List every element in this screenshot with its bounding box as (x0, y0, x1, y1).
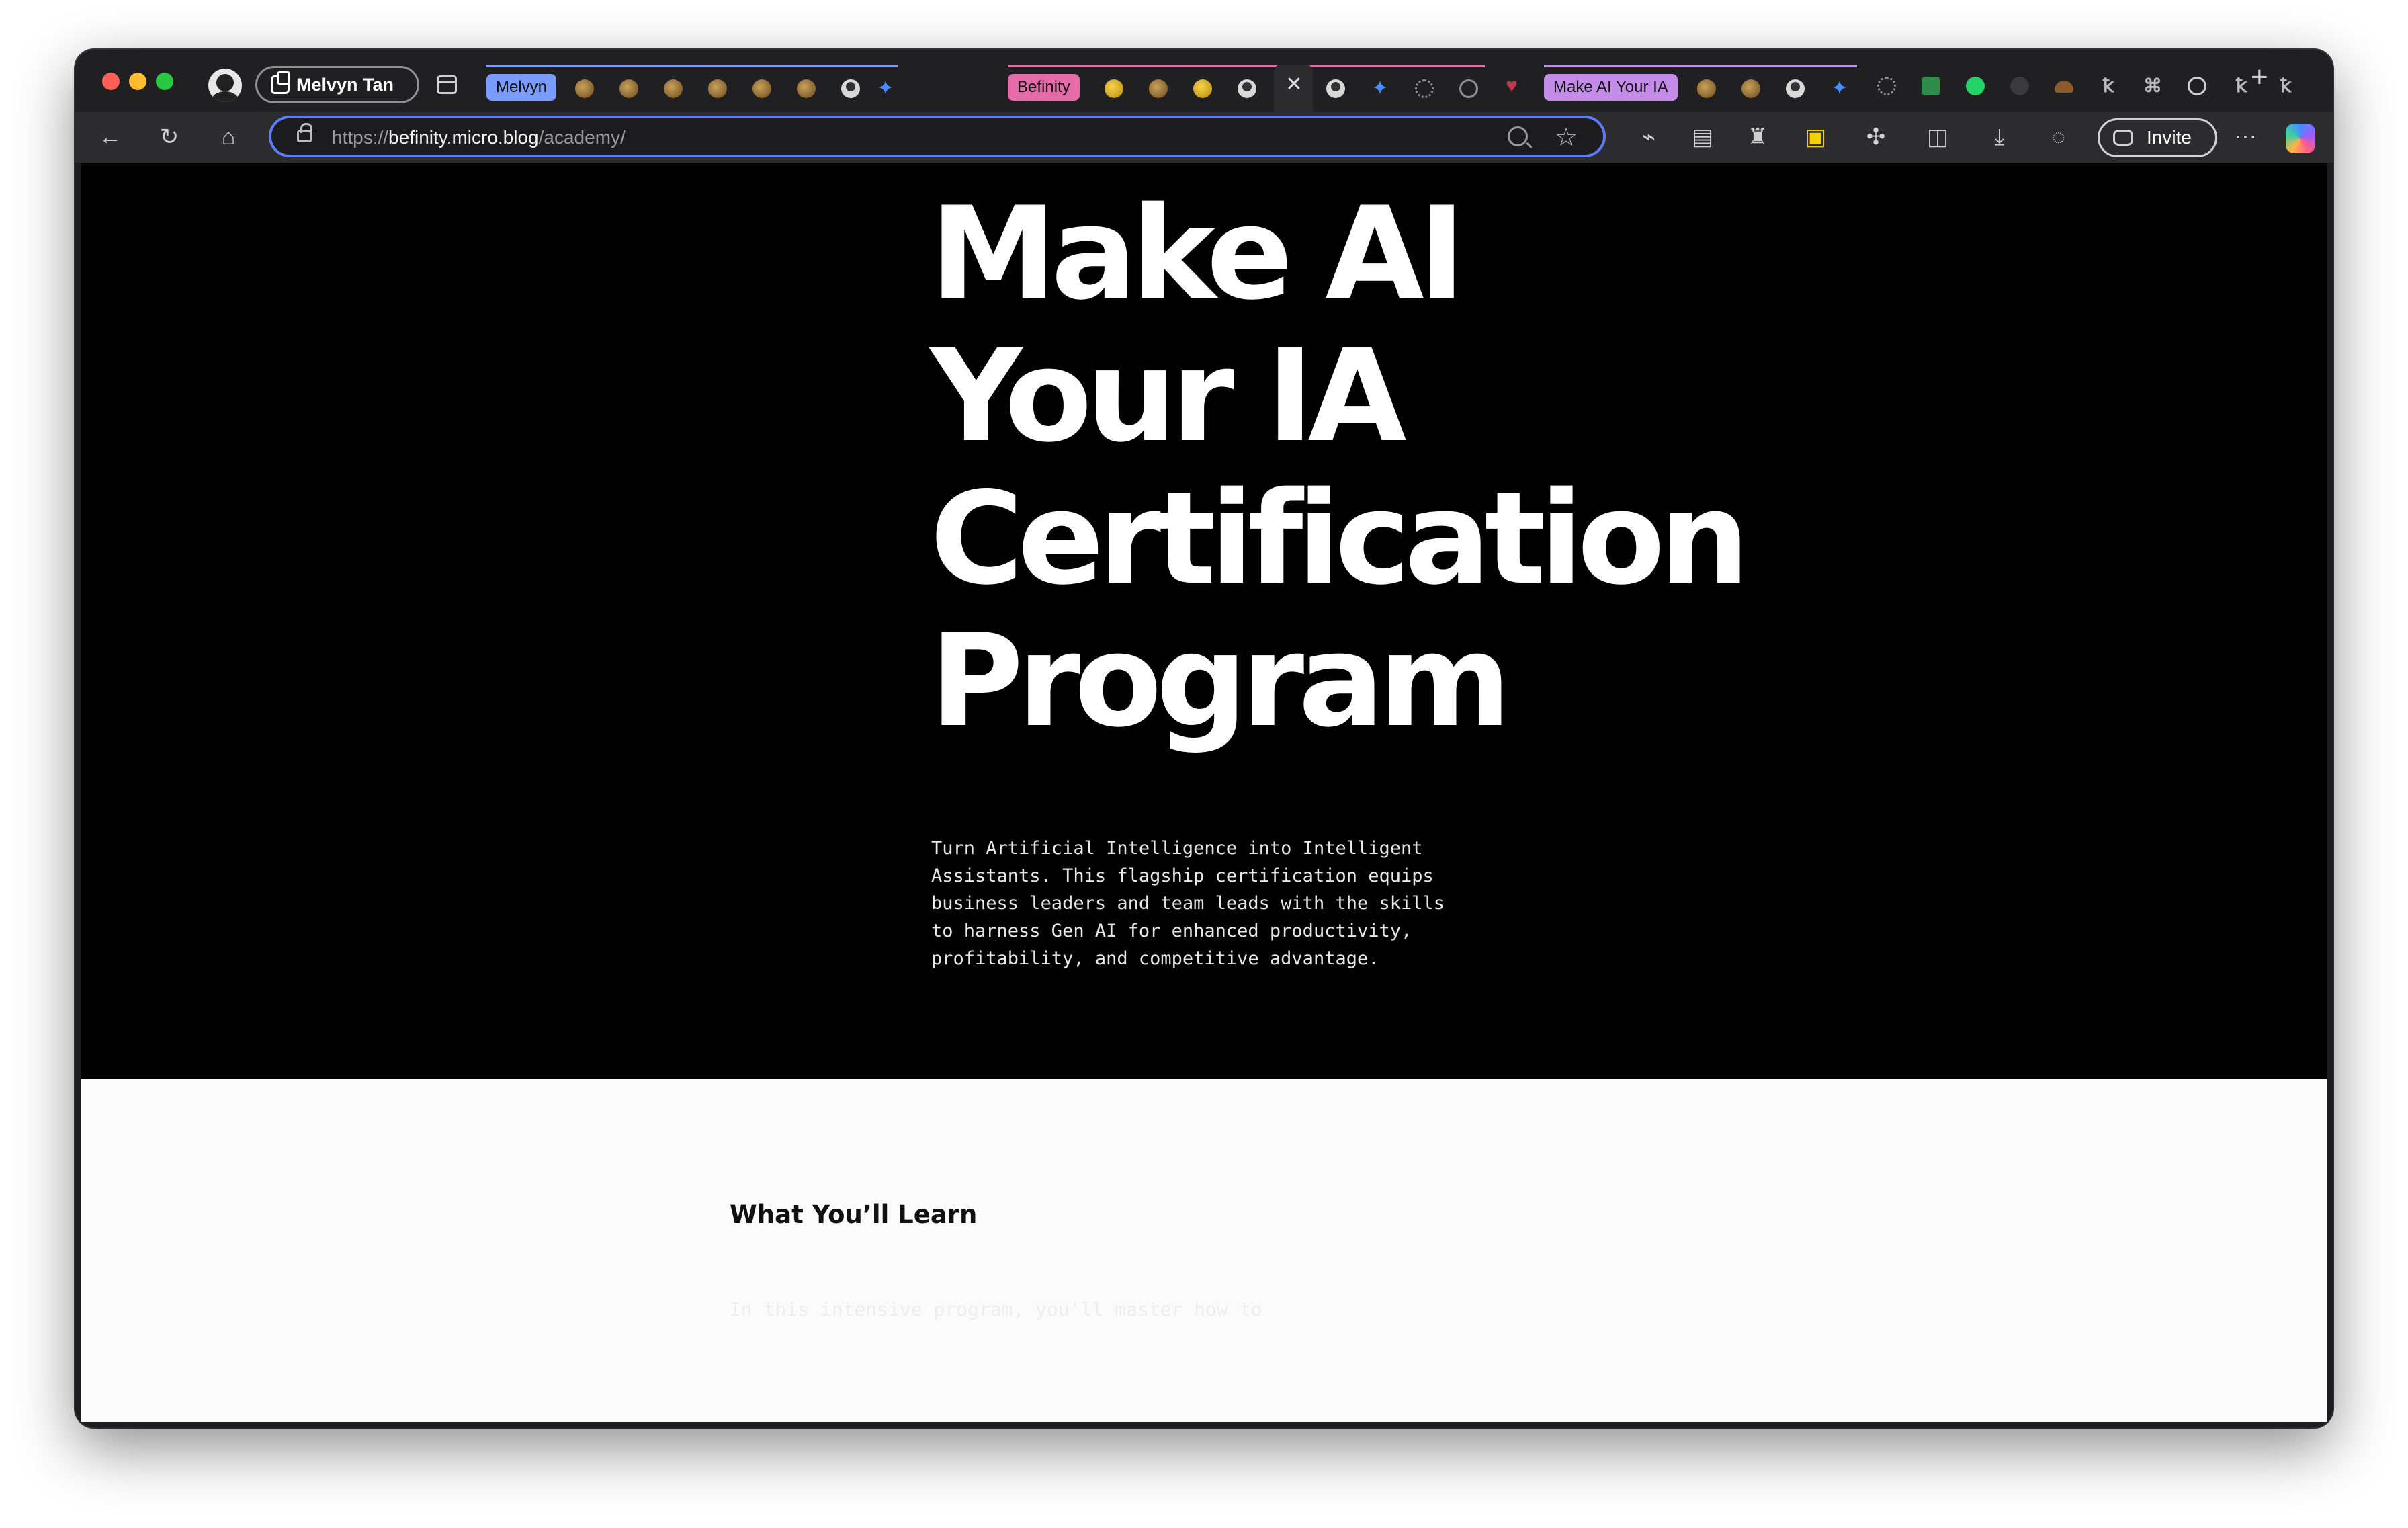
learn-intro: In this intensive program, you'll master… (730, 1298, 1262, 1320)
extension-icon[interactable]: ♜ (1744, 124, 1771, 151)
copilot-icon[interactable] (2286, 124, 2315, 153)
back-icon[interactable]: ← (97, 124, 124, 151)
zoom-icon[interactable] (1508, 126, 1528, 146)
browser-window: Melvyn Tan Melvyn ✦ Befinity ✦ ✕ ♥ Make … (75, 50, 2333, 1427)
tab-favicon-icon[interactable] (841, 79, 860, 98)
url-path: /academy/ (538, 127, 626, 148)
tab-group-label[interactable]: Melvyn (486, 74, 557, 101)
tab-favicon-icon[interactable] (619, 79, 638, 98)
hero-title-line: Program (930, 607, 1511, 755)
tab-favicon-icon[interactable] (752, 79, 771, 98)
github-icon[interactable] (2188, 77, 2206, 95)
sparkle-icon[interactable]: ✦ (1830, 79, 1849, 99)
maximize-window-button[interactable] (156, 73, 173, 90)
tab-group-make-ai: Make AI Your IA ✦ (1544, 65, 1857, 105)
tab-favicon-icon[interactable] (1149, 79, 1168, 98)
url-scheme: https:// (332, 127, 389, 148)
devtools-icon[interactable]: ▤ (1689, 124, 1716, 151)
settings-icon[interactable] (1877, 77, 1896, 95)
tab-group-label[interactable]: Befinity (1008, 74, 1080, 101)
chat-icon[interactable] (1922, 77, 1940, 95)
extension-icon[interactable]: ▣ (1802, 124, 1829, 151)
globe-icon[interactable] (1459, 79, 1478, 98)
favorite-star-icon[interactable]: ☆ (1555, 122, 1578, 153)
tab-favicon-icon[interactable] (1697, 79, 1716, 98)
tab-group-befinity: Befinity ✦ (1008, 65, 1485, 105)
settings-icon[interactable] (1415, 79, 1434, 98)
tab-favicon-icon[interactable] (664, 79, 683, 98)
tab-favicon-icon[interactable] (1193, 79, 1212, 98)
copilot-icon[interactable]: ⌘ (2143, 77, 2162, 95)
tab-strip: Melvyn Tan Melvyn ✦ Befinity ✦ ✕ ♥ Make … (75, 50, 2333, 112)
browser-toolbar: ← ↻ ⌂ https://befinity.micro.blog/academ… (75, 112, 2333, 163)
tab-favicon-icon[interactable] (575, 79, 594, 98)
downloads-icon[interactable]: ⤓ (1986, 124, 2013, 151)
sparkle-icon[interactable]: ✦ (1371, 79, 1389, 99)
hero-title: Make AI Your IA Certification Program (930, 183, 1803, 753)
lock-icon[interactable] (297, 123, 312, 142)
extensions-puzzle-icon[interactable]: ✣ (1862, 124, 1889, 151)
tab-group-melvyn: Melvyn ✦ (486, 65, 898, 105)
hero-title-line: Your IA (930, 322, 1407, 470)
cloud-icon[interactable] (2055, 81, 2073, 93)
tab-list: Melvyn ✦ Befinity ✦ ✕ ♥ Make AI Your IA … (486, 65, 2314, 112)
minimize-window-button[interactable] (129, 73, 146, 90)
tab-favicon-icon[interactable] (1786, 79, 1805, 98)
hero-description: Turn Artificial Intelligence into Intell… (931, 838, 1445, 969)
hero-section: Make AI Your IA Certification Program Tu… (81, 163, 2327, 1079)
tab-group-label[interactable]: Make AI Your IA (1544, 74, 1678, 101)
new-tab-icon[interactable]: + (2251, 60, 2268, 94)
heart-icon[interactable]: ♥ (1502, 76, 1521, 96)
close-tab-icon[interactable]: ✕ (1281, 73, 1307, 96)
learn-section: What You’ll Learn In this intensive prog… (81, 1079, 2327, 1422)
tab-favicon-icon[interactable] (1105, 79, 1123, 98)
more-menu-icon[interactable]: ⋯ (2232, 124, 2259, 151)
app-icon[interactable]: ꝁ (2099, 77, 2118, 95)
address-bar[interactable]: https://befinity.micro.blog/academy/ ☆ (269, 116, 1606, 157)
feedback-icon[interactable]: ◌ (2045, 124, 2072, 151)
workspaces-icon (271, 71, 290, 94)
tab-favicon-icon[interactable] (708, 79, 727, 98)
profile-avatar[interactable] (208, 69, 242, 102)
profile-button[interactable]: Melvyn Tan (255, 66, 419, 103)
split-screen-icon[interactable]: ◫ (1924, 124, 1951, 151)
star-app-icon[interactable] (2010, 77, 2029, 95)
tab-favicon-icon[interactable] (1238, 79, 1256, 98)
close-window-button[interactable] (102, 73, 120, 90)
url-text[interactable]: https://befinity.micro.blog/academy/ (332, 127, 626, 148)
tab-favicon-icon[interactable] (1326, 79, 1345, 98)
invite-button[interactable]: Invite (2098, 118, 2217, 157)
sparkle-icon[interactable]: ✦ (876, 79, 895, 99)
web-page: Make AI Your IA Certification Program Tu… (81, 163, 2327, 1422)
whatsapp-icon[interactable] (1966, 77, 1985, 95)
tab-favicon-icon[interactable] (797, 79, 816, 98)
home-icon[interactable]: ⌂ (215, 124, 242, 151)
vertical-tabs-icon[interactable] (437, 75, 457, 94)
hero-title-line: Certification (930, 464, 1750, 613)
people-icon (2113, 130, 2133, 146)
tab-favicon-icon[interactable] (1742, 79, 1760, 98)
hero-title-line: Make AI (930, 179, 1465, 328)
reload-icon[interactable]: ↻ (156, 124, 183, 151)
invite-label: Invite (2147, 127, 2192, 148)
url-host: befinity.micro.blog (388, 127, 539, 148)
learn-heading: What You’ll Learn (730, 1200, 978, 1229)
app-icon[interactable]: ꝁ (2276, 77, 2295, 95)
app-icon[interactable]: ꝁ (2232, 77, 2251, 95)
profile-name: Melvyn Tan (296, 74, 394, 95)
extension-icon[interactable]: ⌁ (1635, 124, 1662, 151)
